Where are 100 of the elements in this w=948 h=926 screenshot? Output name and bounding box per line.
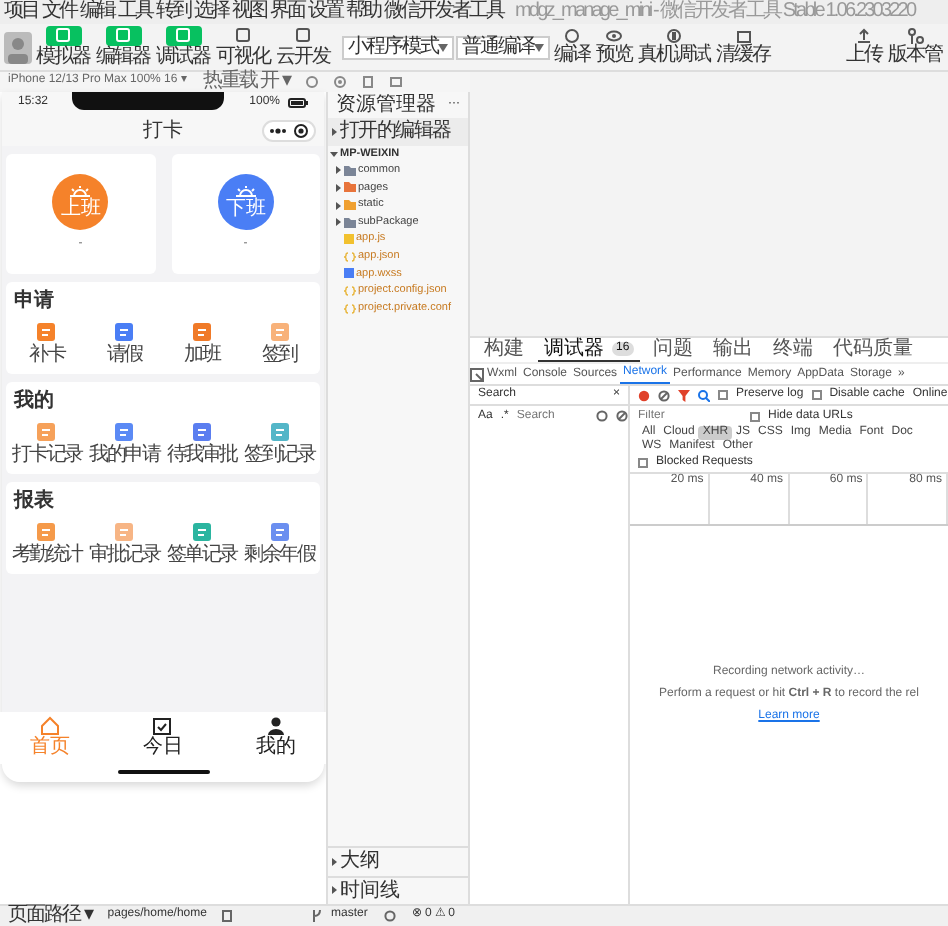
- menu-item[interactable]: 界面: [270, 0, 304, 24]
- mode-button[interactable]: 编辑器: [94, 25, 152, 69]
- mode-button[interactable]: 可视化: [214, 25, 272, 69]
- window-icon[interactable]: [389, 76, 402, 88]
- toolbar-button[interactable]: 预览: [594, 27, 634, 67]
- punch-button[interactable]: 下班: [217, 174, 274, 231]
- tab-bar-item[interactable]: 我的: [219, 712, 332, 764]
- menu-tile[interactable]: 补卡: [8, 321, 86, 366]
- person-icon: [265, 716, 286, 737]
- document-icon: [269, 421, 290, 441]
- section-title: 报表: [11, 490, 56, 513]
- braces-icon: [344, 303, 356, 314]
- panel-tab[interactable]: 构建: [478, 338, 530, 362]
- sun-icon: [233, 185, 258, 198]
- menu-tile[interactable]: 签到: [240, 321, 318, 366]
- home-indicator: [117, 770, 209, 774]
- close-icon: [294, 124, 308, 138]
- refresh-icon[interactable]: [596, 410, 609, 423]
- menu-item[interactable]: 设置: [308, 0, 342, 24]
- branch-icon: [312, 910, 323, 922]
- braces-icon: [344, 286, 356, 297]
- chevron-right-icon: [330, 886, 338, 895]
- home-icon: [40, 716, 61, 737]
- toolbar-button[interactable]: 版本管: [886, 27, 944, 67]
- section-title: 申请: [12, 290, 56, 313]
- document-icon: [269, 521, 290, 541]
- document-icon: [114, 521, 135, 541]
- document-icon: [269, 321, 290, 341]
- compile-select[interactable]: 普通编译: [456, 35, 550, 59]
- hot-reload-select[interactable]: 热重载 开 ▾: [202, 70, 290, 94]
- toolbar-button[interactable]: 真机调试: [636, 27, 712, 67]
- tab-bar-item[interactable]: 今日: [106, 712, 220, 764]
- box-icon: [735, 27, 751, 44]
- panel-icon: [296, 28, 310, 43]
- clear-icon[interactable]: [616, 410, 629, 423]
- document-icon: [191, 421, 212, 441]
- section-header[interactable]: 大纲: [328, 846, 468, 875]
- menu-tile[interactable]: 打卡记录: [8, 421, 86, 466]
- panel-tab[interactable]: 输出: [707, 338, 760, 362]
- sync-icon[interactable]: [383, 910, 396, 922]
- filter-icon[interactable]: [678, 389, 690, 402]
- menu-item[interactable]: 编辑: [80, 0, 114, 24]
- document-icon: [114, 421, 135, 441]
- menu-tile[interactable]: 请假: [85, 321, 163, 366]
- menu-item[interactable]: 选择: [194, 0, 228, 24]
- clear-icon[interactable]: [658, 389, 670, 402]
- document-icon: [36, 321, 57, 341]
- menu-tile[interactable]: 我的申请: [85, 421, 163, 466]
- menu-item[interactable]: 项目: [4, 0, 38, 24]
- record-icon[interactable]: [333, 76, 346, 88]
- toolbar-button[interactable]: 清缓存: [714, 27, 772, 67]
- window-title: mdgz_manage_mini - 微信开发者工具 Stable 1.06.2303220: [515, 0, 915, 24]
- menu-tile[interactable]: 剩余年假: [240, 521, 318, 566]
- menu-item[interactable]: 帮助: [346, 0, 380, 24]
- record-icon[interactable]: [638, 389, 650, 402]
- document-icon: [36, 521, 57, 541]
- panel-title: 资源管理器: [336, 93, 436, 117]
- menu-item[interactable]: 视图: [232, 0, 266, 24]
- copy-icon[interactable]: [222, 910, 233, 922]
- file-icon: [344, 234, 354, 245]
- document-icon: [191, 321, 212, 341]
- braces-icon: [344, 251, 356, 262]
- menu-tile[interactable]: 待我审批: [163, 421, 241, 466]
- menu-item[interactable]: 转到: [156, 0, 190, 24]
- mode-select[interactable]: 小程序模式: [342, 35, 454, 59]
- capsule-button[interactable]: [262, 120, 316, 142]
- document-icon: [36, 421, 57, 441]
- battery-icon: [288, 98, 308, 109]
- inspect-icon[interactable]: [470, 367, 484, 382]
- document-icon: [114, 321, 135, 341]
- search-icon[interactable]: [698, 389, 710, 402]
- mode-button[interactable]: 调试器: [154, 25, 212, 69]
- page-path-select[interactable]: 页面路径 ▾: [8, 904, 92, 926]
- menu-item[interactable]: 文件: [42, 0, 76, 24]
- panel-tab[interactable]: 问题: [647, 338, 700, 362]
- mode-button[interactable]: 模拟器: [34, 25, 92, 69]
- caret-icon: [534, 43, 544, 51]
- menu-tile[interactable]: 加班: [163, 321, 241, 366]
- menu-item[interactable]: 微信开发者工具: [384, 0, 503, 24]
- menu-tile[interactable]: 审批记录: [85, 521, 163, 566]
- chevron-right-icon: [330, 127, 338, 136]
- avatar-icon: [4, 31, 32, 63]
- menu-tile[interactable]: 签单记录: [163, 521, 241, 566]
- menu-tile[interactable]: 签到记录: [240, 421, 318, 466]
- toolbar-button[interactable]: 上传: [844, 27, 884, 67]
- toolbar-button[interactable]: 编译: [552, 27, 592, 67]
- upload-icon: [856, 27, 872, 44]
- panel-tab[interactable]: 代码质量: [827, 338, 920, 362]
- refresh-icon: [564, 27, 580, 44]
- calendar-icon: [152, 716, 173, 737]
- panel-icon: [236, 28, 250, 43]
- sun-icon: [68, 185, 93, 198]
- chevron-right-icon: [330, 857, 338, 866]
- menu-tile[interactable]: 考勤统计: [8, 521, 86, 566]
- menu-item[interactable]: 工具: [118, 0, 152, 24]
- panel-tab[interactable]: 终端: [767, 338, 820, 362]
- section-title: 我的: [11, 390, 56, 413]
- section-header[interactable]: 打开的编辑器: [328, 118, 468, 145]
- mode-button[interactable]: 云开发: [274, 25, 332, 69]
- chevron-down-icon: [330, 149, 338, 158]
